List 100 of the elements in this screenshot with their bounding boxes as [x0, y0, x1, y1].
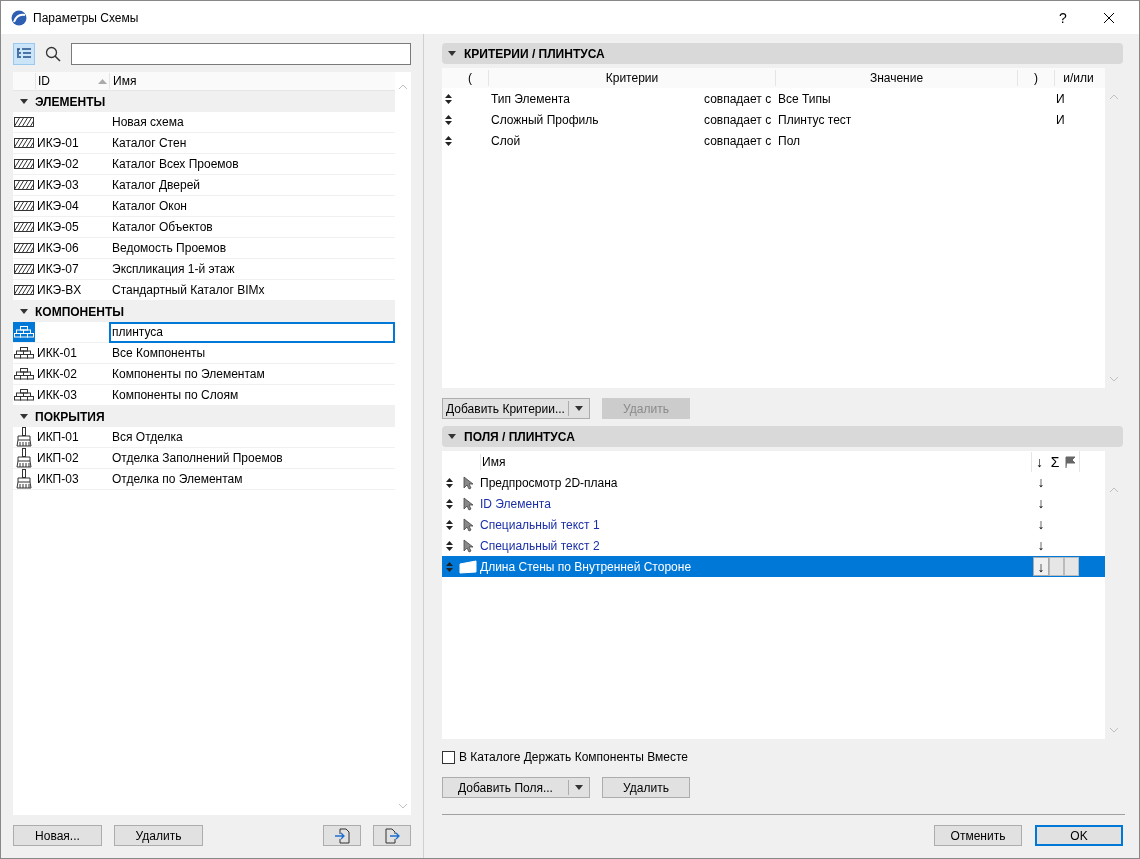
delete-button[interactable]: Удалить [114, 825, 203, 846]
field-row[interactable]: Специальный текст 2 ↓ [442, 535, 1105, 556]
scheme-id: ИКЭ-05 [36, 219, 80, 235]
close-icon[interactable] [1103, 11, 1115, 24]
column-header[interactable]: ) [1017, 70, 1054, 86]
sum-toggle[interactable] [1049, 557, 1064, 576]
reorder-icon[interactable] [444, 135, 452, 146]
column-header[interactable]: Имя [480, 453, 1031, 470]
group-header[interactable]: ПОКРЫТИЯ [13, 406, 395, 427]
wall-icon [459, 559, 477, 574]
sort-toggle[interactable]: ↓ [1033, 473, 1049, 492]
group-label: КОМПОНЕНТЫ [35, 303, 125, 320]
sort-toggle[interactable]: ↓ [1033, 515, 1049, 534]
scheme-row[interactable]: ИКК-02 Компоненты по Элементам [13, 364, 395, 385]
column-header[interactable]: Значение [775, 70, 1017, 86]
tree-list-icon [17, 48, 31, 60]
criterion-logic: И [1056, 90, 1066, 107]
flag-icon[interactable] [1065, 455, 1077, 468]
tree-view-button[interactable] [13, 43, 35, 65]
cancel-button[interactable]: Отменить [934, 825, 1022, 846]
scheme-row[interactable]: ИКЭ-05 Каталог Объектов [13, 217, 395, 238]
scheme-row[interactable]: ИКК-01 Все Компоненты [13, 343, 395, 364]
scheme-row[interactable]: ИКП-03 Отделка по Элементам [13, 469, 395, 490]
scheme-name: Стандартный Каталог BIMx [111, 282, 266, 298]
field-name: Длина Стены по Внутренней Стороне [480, 558, 693, 575]
section-header[interactable]: ПОЛЯ / ПЛИНТУСА [442, 426, 1123, 447]
scheme-row[interactable]: ИКЭ-02 Каталог Всех Проемов [13, 154, 395, 175]
column-header[interactable]: Критерии [488, 70, 775, 86]
group-header[interactable]: КОМПОНЕНТЫ [13, 301, 395, 322]
field-row[interactable]: Длина Стены по Внутренней Стороне ↓ [442, 556, 1105, 577]
scheme-row[interactable]: ИКП-01 Вся Отделка [13, 427, 395, 448]
reorder-icon[interactable] [445, 498, 453, 509]
brush-icon [15, 469, 33, 489]
hatch-icon [14, 180, 34, 190]
section-title: КРИТЕРИИ / ПЛИНТУСА [464, 45, 605, 62]
hatch-icon [14, 117, 34, 127]
scheme-row[interactable]: ИКЭ-03 Каталог Дверей [13, 175, 395, 196]
sort-ascending-icon [98, 78, 107, 84]
delete-fields-button[interactable]: Удалить [602, 777, 690, 798]
scheme-id: ИКЭ-06 [36, 240, 80, 256]
export-button[interactable] [373, 825, 411, 846]
triangle-icon[interactable] [20, 308, 28, 315]
field-row[interactable]: ID Элемента ↓ [442, 493, 1105, 514]
column-header[interactable]: и/или [1054, 70, 1102, 86]
column-header[interactable]: ( [452, 70, 488, 86]
scheme-id: ИКЭ-04 [36, 198, 80, 214]
triangle-icon[interactable] [20, 413, 28, 420]
scheme-name-field[interactable]: плинтуса [109, 321, 395, 343]
criteria-row[interactable]: Сложный Профиль совпадает с Плинтус тест И [442, 109, 1105, 130]
scheme-name: Каталог Дверей [111, 177, 202, 193]
triangle-icon[interactable] [448, 50, 456, 57]
group-header[interactable]: ЭЛЕМЕНТЫ [13, 91, 395, 112]
criterion-name: Слой [491, 132, 522, 149]
field-row[interactable]: Предпросмотр 2D-плана ↓ [442, 472, 1105, 493]
criterion-value: Пол [777, 132, 802, 149]
scheme-row[interactable]: ИКЭ-01 Каталог Стен [13, 133, 395, 154]
reorder-icon[interactable] [445, 477, 453, 488]
triangle-icon[interactable] [448, 433, 456, 440]
add-fields-button[interactable]: Добавить Поля... [442, 777, 590, 798]
hatch-icon [14, 243, 34, 253]
reorder-icon[interactable] [444, 93, 452, 104]
flag-toggle[interactable] [1064, 557, 1079, 576]
field-name: Предпросмотр 2D-плана [480, 474, 619, 491]
pointer-icon [463, 496, 473, 511]
column-header[interactable]: ↓ [1031, 451, 1047, 472]
scheme-row[interactable]: ИКЭ-04 Каталог Окон [13, 196, 395, 217]
criteria-row[interactable]: Тип Элемента совпадает с Все Типы И [442, 88, 1105, 109]
scheme-row[interactable]: Новая схема [13, 112, 395, 133]
reorder-icon[interactable] [445, 540, 453, 551]
scheme-name: Каталог Окон [111, 198, 188, 214]
checkbox[interactable] [442, 750, 455, 764]
scheme-row[interactable]: ИКЭ-07 Экспликация 1-й этаж [13, 259, 395, 280]
scheme-name: Компоненты по Элементам [111, 366, 266, 382]
column-header[interactable]: ID [35, 73, 109, 89]
ok-button[interactable]: OK [1035, 825, 1123, 846]
scheme-row[interactable]: ИКП-02 Отделка Заполнений Проемов [13, 448, 395, 469]
import-button[interactable] [323, 825, 361, 846]
help-button[interactable]: ? [1043, 7, 1083, 28]
bricks-icon [14, 389, 34, 401]
scheme-id: ИКЭ-07 [36, 261, 80, 277]
column-header[interactable]: Σ [1047, 451, 1063, 472]
new-button[interactable]: Новая... [13, 825, 102, 846]
reorder-icon[interactable] [445, 519, 453, 530]
field-row[interactable]: Специальный текст 1 ↓ [442, 514, 1105, 535]
triangle-icon[interactable] [20, 98, 28, 105]
scheme-id: ИКЭ-02 [36, 156, 80, 172]
scheme-id: ИКП-01 [36, 429, 80, 445]
scheme-row[interactable]: плинтуса [13, 322, 395, 343]
criterion-value: Плинтус тест [777, 111, 853, 128]
scheme-id: ИКП-03 [36, 471, 80, 487]
sort-toggle[interactable]: ↓ [1033, 557, 1049, 576]
sort-toggle[interactable]: ↓ [1033, 536, 1049, 555]
section-header[interactable]: КРИТЕРИИ / ПЛИНТУСА [442, 43, 1123, 64]
scheme-row[interactable]: ИКЭ-06 Ведомость Проемов [13, 238, 395, 259]
reorder-icon[interactable] [444, 114, 452, 125]
sort-toggle[interactable]: ↓ [1033, 494, 1049, 513]
search-field[interactable] [71, 43, 411, 65]
criteria-row[interactable]: Слой совпадает с Пол [442, 130, 1105, 151]
add-criteria-button[interactable]: Добавить Критерии... [442, 398, 590, 419]
search-icon[interactable] [45, 46, 61, 62]
